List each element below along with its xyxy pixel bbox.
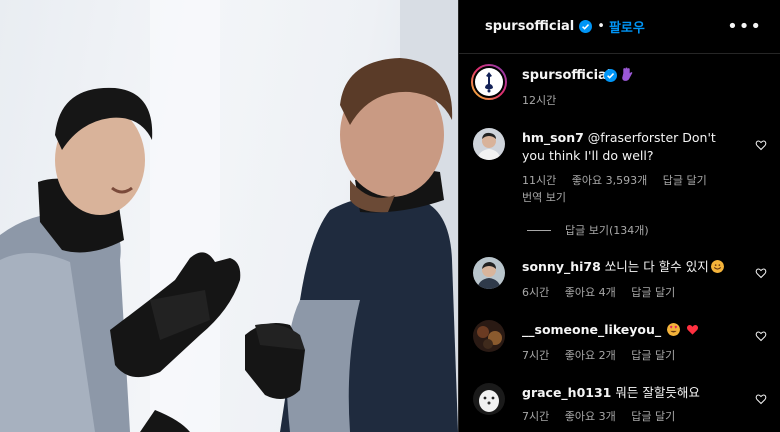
view-replies-button[interactable]: 답글 보기(134개) (527, 222, 649, 238)
caption-timestamp: 12시간 (522, 94, 557, 107)
comment-meta: 7시간 좋아요 2개 답글 달기 (522, 347, 687, 363)
post-header: spursofficial • 팔로우 ••• (459, 0, 780, 54)
avatar[interactable] (473, 128, 505, 160)
heart-outline-icon[interactable] (755, 393, 767, 405)
separator-dot: • (597, 19, 605, 34)
reply-button[interactable]: 답글 달기 (663, 174, 707, 187)
photo-illustration (0, 0, 458, 432)
comment-meta: 6시간 좋아요 4개 답글 달기 (522, 284, 687, 300)
comment-time: 6시간 (522, 286, 550, 299)
translate-button[interactable]: 번역 보기 (522, 189, 566, 205)
reply-button[interactable]: 답글 달기 (631, 349, 675, 362)
heart-outline-icon[interactable] (755, 139, 767, 151)
smile-emoji-icon (710, 260, 724, 273)
caption-username[interactable]: spursofficial (522, 68, 611, 83)
comment-meta: 7시간 좋아요 3개 답글 달기 (522, 408, 687, 424)
comment-item: sonny_hi78 쏘니는 다 할수 있지 6시간 좋아요 4개 답글 달기 (459, 254, 780, 304)
comment-text: sonny_hi78 쏘니는 다 할수 있지 (522, 258, 742, 276)
comment-username[interactable]: sonny_hi78 (522, 259, 601, 274)
avatar[interactable] (473, 383, 505, 415)
heart-outline-icon[interactable] (755, 330, 767, 342)
comment-likes[interactable]: 좋아요 3,593개 (572, 174, 647, 187)
comment-time: 7시간 (522, 349, 550, 362)
divider (527, 229, 551, 231)
comment-text: __someone_likeyou_ (522, 321, 742, 339)
comment-likes[interactable]: 좋아요 4개 (565, 286, 616, 299)
avatar[interactable] (473, 320, 505, 352)
reply-button[interactable]: 답글 달기 (631, 410, 675, 423)
comment-meta: 11시간 좋아요 3,593개 답글 달기 (522, 172, 719, 188)
post-photo (0, 0, 458, 432)
avatar[interactable] (473, 257, 505, 289)
header-username[interactable]: spursofficial (485, 19, 574, 34)
verified-badge-icon (579, 20, 593, 33)
comment-body: 쏘니는 다 할수 있지 (604, 259, 709, 274)
avatar[interactable] (471, 64, 507, 100)
comment-item: __someone_likeyou_ 7시간 좋아요 2개 답글 달기 (459, 317, 780, 367)
comment-text: hm_son7 @fraserforster Don't you think I… (522, 129, 742, 165)
comment-item: hm_son7 @fraserforster Don't you think I… (459, 122, 780, 242)
comment-time: 7시간 (522, 410, 550, 423)
comment-text: grace_h0131 뭐든 잘할듯해요 (522, 384, 742, 402)
caption: spursofficial 12시간 (459, 54, 780, 112)
comment-username[interactable]: __someone_likeyou_ (522, 322, 661, 337)
comment-time: 11시간 (522, 174, 557, 187)
comment-likes[interactable]: 좋아요 3개 (565, 410, 616, 423)
comment-likes[interactable]: 좋아요 2개 (565, 349, 616, 362)
heart-outline-icon[interactable] (755, 267, 767, 279)
comment-item: grace_h0131 뭐든 잘할듯해요 7시간 좋아요 3개 답글 달기 (459, 381, 780, 432)
reply-button[interactable]: 답글 달기 (631, 286, 675, 299)
comment-username[interactable]: hm_son7 (522, 130, 584, 145)
comment-username[interactable]: grace_h0131 (522, 385, 611, 400)
red-heart-emoji-icon (687, 325, 699, 335)
follow-button[interactable]: 팔로우 (609, 17, 645, 36)
comment-body: 뭐든 잘할듯해요 (615, 385, 700, 400)
heart-eyes-emoji-icon (667, 323, 681, 336)
verified-badge-icon (604, 69, 617, 82)
more-icon[interactable]: ••• (727, 16, 762, 37)
purple-hand-icon (622, 67, 633, 81)
comments-panel: spursofficial • 팔로우 ••• spursofficial 12… (458, 0, 780, 432)
view-replies-label: 답글 보기(134개) (565, 224, 649, 237)
